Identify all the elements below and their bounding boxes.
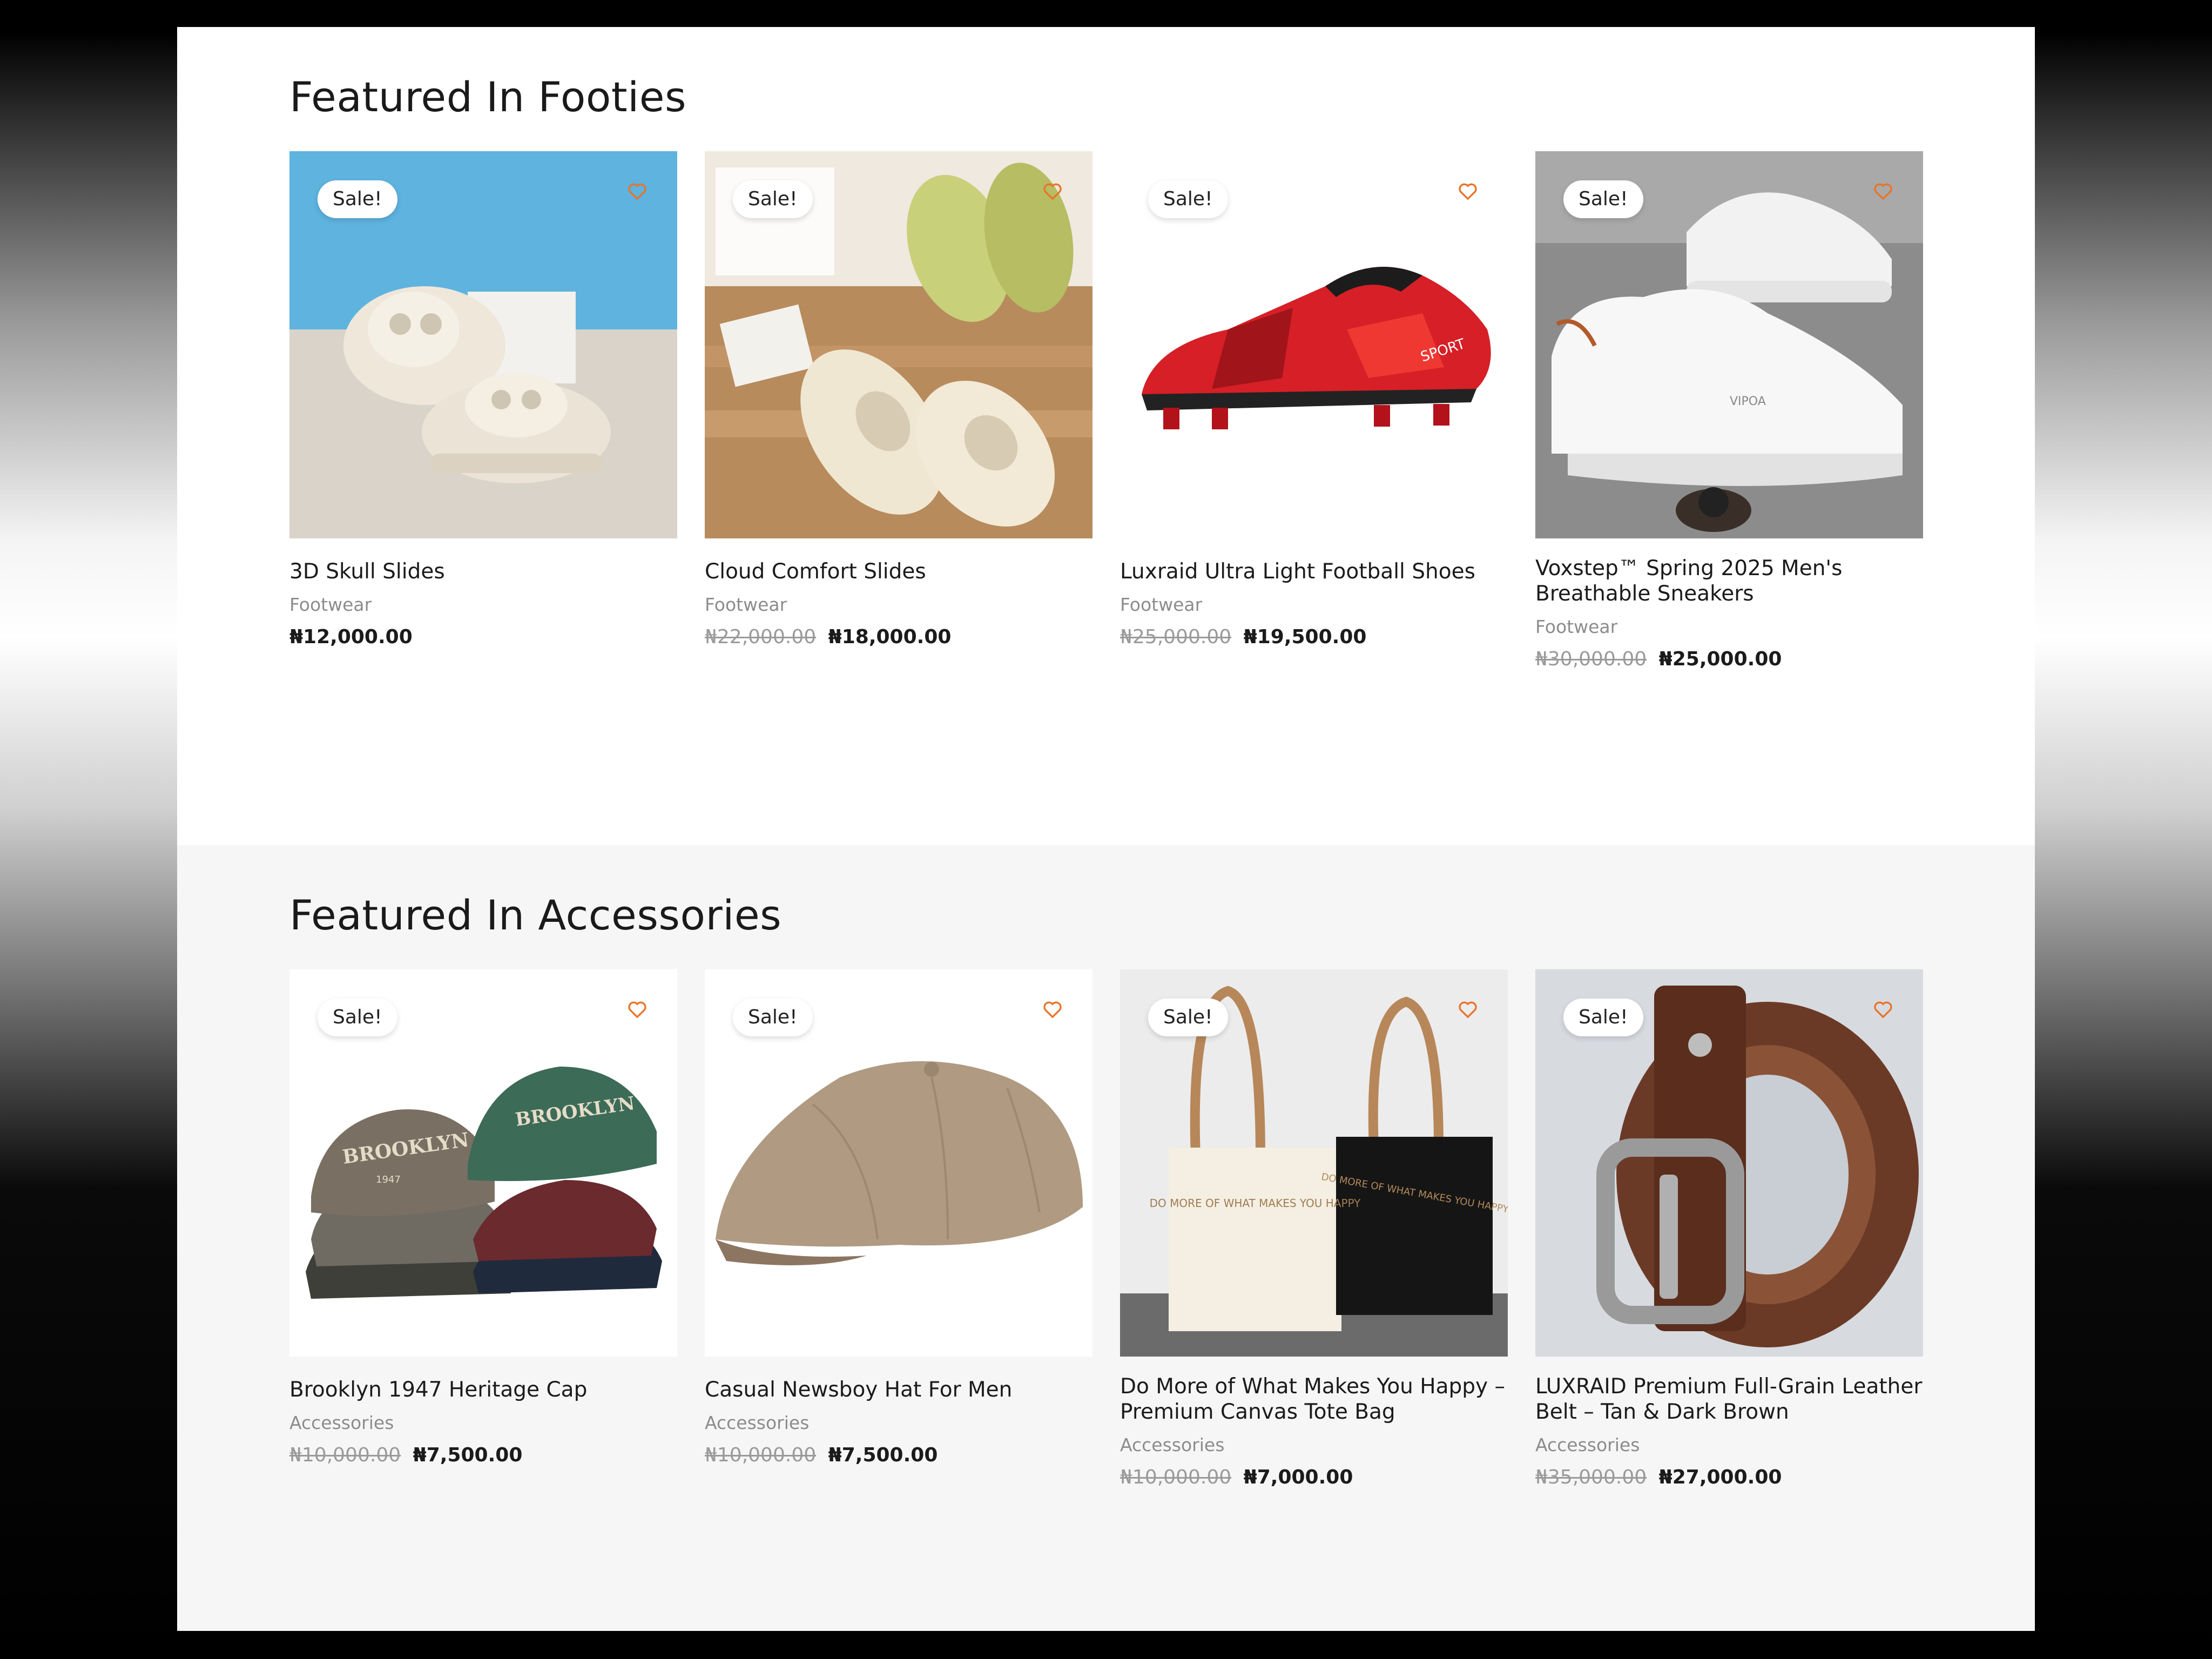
sale-badge: Sale! (733, 999, 813, 1036)
product-card[interactable]: SPORT Sale! Luxraid Ultra Light Football… (1120, 151, 1508, 670)
product-price: ₦30,000.00 ₦25,000.00 (1535, 648, 1923, 670)
cap-year-text: 1947 (376, 1174, 401, 1185)
heart-icon[interactable] (625, 179, 649, 203)
product-title[interactable]: Do More of What Makes You Happy – Premiu… (1120, 1374, 1508, 1425)
heart-icon[interactable] (1871, 179, 1895, 203)
current-price: ₦7,000.00 (1243, 1466, 1353, 1488)
product-grid: BROOKLYN 1947 BROOKLYN Sale! Brooklyn 19… (289, 969, 1923, 1488)
original-price: ₦25,000.00 (1120, 626, 1232, 648)
product-image[interactable]: SPORT Sale! (1120, 151, 1508, 538)
product-image[interactable]: Sale! (289, 151, 677, 538)
heart-icon[interactable] (1041, 179, 1064, 203)
current-price: ₦12,000.00 (289, 626, 413, 648)
product-image[interactable]: VIPOA Sale! (1535, 151, 1923, 538)
sale-badge: Sale! (733, 180, 813, 218)
section-title: Featured In Accessories (289, 891, 782, 939)
product-grid: Sale! 3D Skull Slides Footwear ₦12,000.0… (289, 151, 1923, 670)
original-price: ₦35,000.00 (1535, 1466, 1647, 1488)
section-title: Featured In Footies (289, 73, 687, 121)
product-price: ₦10,000.00 ₦7,500.00 (289, 1444, 677, 1466)
current-price: ₦18,000.00 (828, 626, 952, 648)
product-card[interactable]: Sale! Casual Newsboy Hat For Men Accesso… (705, 969, 1092, 1488)
product-card[interactable]: DO MORE OF WHAT MAKES YOU HAPPY DO MORE … (1120, 969, 1508, 1488)
heart-icon[interactable] (1041, 997, 1064, 1021)
product-category[interactable]: Accessories (1535, 1434, 1923, 1455)
product-category[interactable]: Accessories (289, 1412, 677, 1433)
product-title[interactable]: 3D Skull Slides (289, 559, 677, 584)
current-price: ₦7,500.00 (828, 1444, 938, 1466)
page: Featured In Footies Sale! 3D Skull Slide… (177, 27, 2035, 1631)
sale-badge: Sale! (318, 999, 397, 1036)
product-image[interactable]: Sale! (1535, 969, 1923, 1357)
product-category[interactable]: Footwear (1120, 594, 1508, 615)
product-price: ₦12,000.00 (289, 626, 677, 648)
featured-footies-section: Featured In Footies Sale! 3D Skull Slide… (177, 27, 2035, 845)
product-card[interactable]: Sale! 3D Skull Slides Footwear ₦12,000.0… (289, 151, 677, 670)
original-price: ₦10,000.00 (705, 1444, 817, 1466)
original-price: ₦10,000.00 (1120, 1466, 1232, 1488)
product-category[interactable]: Footwear (1535, 616, 1923, 637)
product-title[interactable]: Brooklyn 1947 Heritage Cap (289, 1377, 677, 1402)
product-image[interactable]: Sale! (705, 969, 1092, 1357)
current-price: ₦19,500.00 (1243, 626, 1367, 648)
product-card[interactable]: Sale! Cloud Comfort Slides Footwear ₦22,… (705, 151, 1092, 670)
original-price: ₦22,000.00 (705, 626, 817, 648)
product-image[interactable]: BROOKLYN 1947 BROOKLYN Sale! (289, 969, 677, 1357)
product-title[interactable]: LUXRAID Premium Full-Grain Leather Belt … (1535, 1374, 1923, 1425)
product-category[interactable]: Accessories (1120, 1434, 1508, 1455)
product-image[interactable]: Sale! (705, 151, 1092, 538)
product-price: ₦35,000.00 ₦27,000.00 (1535, 1466, 1923, 1488)
heart-icon[interactable] (625, 997, 649, 1021)
heart-icon[interactable] (1456, 997, 1480, 1021)
product-title[interactable]: Casual Newsboy Hat For Men (705, 1377, 1092, 1402)
sale-badge: Sale! (318, 180, 397, 218)
product-price: ₦25,000.00 ₦19,500.00 (1120, 626, 1508, 648)
product-category[interactable]: Footwear (289, 594, 677, 615)
product-title[interactable]: Voxstep™ Spring 2025 Men's Breathable Sn… (1535, 556, 1923, 606)
product-card[interactable]: BROOKLYN 1947 BROOKLYN Sale! Brooklyn 19… (289, 969, 677, 1488)
product-title[interactable]: Luxraid Ultra Light Football Shoes (1120, 559, 1508, 584)
current-price: ₦27,000.00 (1658, 1466, 1782, 1488)
tote-print-text: DO MORE OF WHAT MAKES YOU HAPPY (1150, 1197, 1361, 1210)
product-price: ₦10,000.00 ₦7,000.00 (1120, 1466, 1508, 1488)
sale-badge: Sale! (1563, 999, 1643, 1036)
sale-badge: Sale! (1563, 180, 1643, 218)
original-price: ₦30,000.00 (1535, 648, 1647, 670)
product-category[interactable]: Footwear (705, 594, 1092, 615)
current-price: ₦7,500.00 (413, 1444, 523, 1466)
product-title[interactable]: Cloud Comfort Slides (705, 559, 1092, 584)
product-image[interactable]: DO MORE OF WHAT MAKES YOU HAPPY DO MORE … (1120, 969, 1508, 1357)
product-card[interactable]: Sale! LUXRAID Premium Full-Grain Leather… (1535, 969, 1923, 1488)
product-category[interactable]: Accessories (705, 1412, 1092, 1433)
heart-icon[interactable] (1871, 997, 1895, 1021)
sale-badge: Sale! (1148, 999, 1228, 1036)
sale-badge: Sale! (1148, 180, 1228, 218)
product-price: ₦10,000.00 ₦7,500.00 (705, 1444, 1092, 1466)
sneaker-brand-text: VIPOA (1730, 395, 1766, 408)
original-price: ₦10,000.00 (289, 1444, 401, 1466)
product-price: ₦22,000.00 ₦18,000.00 (705, 626, 1092, 648)
product-card[interactable]: VIPOA Sale! Voxstep™ Spring 2025 Men's B… (1535, 151, 1923, 670)
heart-icon[interactable] (1456, 179, 1480, 203)
featured-accessories-section: Featured In Accessories BROOKLYN 1947 BR… (177, 845, 2035, 1631)
current-price: ₦25,000.00 (1658, 648, 1782, 670)
